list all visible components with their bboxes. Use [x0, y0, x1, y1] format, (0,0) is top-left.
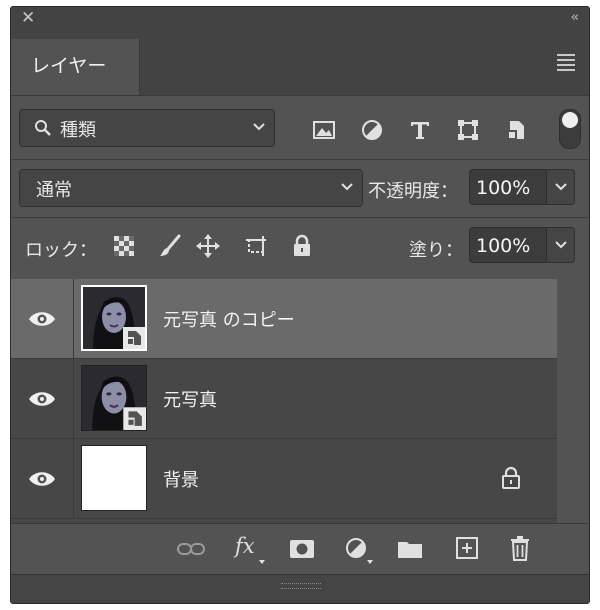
link-icon[interactable] [177, 542, 205, 556]
mask-icon[interactable] [289, 538, 315, 560]
chevron-down-icon [555, 241, 567, 249]
kind-filter-label: 種類 [60, 120, 96, 141]
shape-filter-icon[interactable] [455, 117, 481, 143]
lock-image-pixels-brush-icon[interactable] [157, 233, 183, 259]
close-icon[interactable]: ✕ [21, 8, 35, 28]
filter-toggle-switch[interactable] [559, 109, 581, 149]
layer-thumbnail[interactable] [81, 445, 147, 511]
layer-row[interactable]: 元写真 のコピー [11, 279, 557, 359]
blend-mode-select[interactable]: 通常 [19, 169, 363, 207]
toggle-knob [562, 112, 578, 128]
bottom-toolbar: fx [11, 523, 589, 574]
visibility-column [73, 279, 74, 358]
fill-label: 塗り： [409, 240, 463, 261]
layer-row[interactable]: 背景 [11, 439, 557, 519]
folder-icon[interactable] [397, 538, 423, 560]
lock-all-icon[interactable] [289, 233, 315, 259]
divider [11, 217, 589, 218]
eye-icon[interactable] [27, 469, 57, 489]
adjustment-filter-icon[interactable] [359, 117, 385, 143]
lock-position-move-icon[interactable] [195, 233, 221, 259]
resize-grip[interactable] [281, 583, 321, 589]
visibility-column [73, 439, 74, 518]
collapse-icon[interactable]: ‹‹ [571, 10, 580, 25]
dropdown-triangle-icon [259, 560, 265, 564]
layers-scrollbar[interactable] [557, 279, 589, 523]
layer-thumbnail[interactable] [81, 285, 147, 351]
fill-dropdown[interactable] [547, 227, 575, 263]
new-layer-icon[interactable] [455, 536, 479, 560]
kind-filter-select[interactable]: 種類 [19, 109, 275, 147]
search-icon [35, 120, 51, 136]
opacity-input[interactable]: 100% [469, 169, 547, 205]
panel-menu-icon[interactable] [557, 54, 575, 74]
visibility-column [73, 359, 74, 438]
eye-icon[interactable] [27, 389, 57, 409]
layer-name[interactable]: 元写真 [163, 386, 217, 412]
chevron-down-icon [555, 183, 567, 191]
chevron-down-icon [341, 183, 353, 191]
eye-icon[interactable] [27, 309, 57, 329]
opacity-dropdown[interactable] [547, 169, 575, 205]
fx-icon[interactable]: fx [235, 534, 255, 558]
layer-name[interactable]: 元写真 のコピー [163, 306, 295, 332]
panel-resize-bar[interactable] [11, 574, 589, 603]
lock-artboard-icon[interactable] [243, 233, 269, 259]
adjustment-icon[interactable] [345, 537, 369, 561]
divider [11, 159, 589, 160]
layer-name[interactable]: 背景 [163, 466, 199, 492]
layer-thumbnail[interactable] [81, 365, 147, 431]
type-filter-icon[interactable] [407, 117, 433, 143]
dropdown-triangle-icon [367, 560, 373, 564]
portrait-thumbnail [82, 366, 146, 430]
lock-label: ロック： [25, 240, 97, 261]
portrait-thumbnail [83, 287, 145, 349]
layers-panel: ✕ ‹‹ レイヤー 種類 通常 不透明度： 100% ロック： 塗り： 100%… [10, 6, 590, 604]
fill-input[interactable]: 100% [469, 227, 547, 263]
blend-mode-label: 通常 [36, 180, 72, 201]
image-filter-icon[interactable] [311, 117, 337, 143]
tab-layers[interactable]: レイヤー [11, 39, 140, 95]
layer-row[interactable]: 元写真 [11, 359, 557, 439]
panel-title-bar: ✕ ‹‹ [11, 7, 589, 31]
lock-icon[interactable] [499, 465, 523, 491]
layers-list: 元写真 のコピー 元写真 背景 [11, 279, 557, 523]
opacity-label: 不透明度： [368, 181, 458, 202]
trash-icon[interactable] [509, 535, 531, 561]
lock-transparent-pixels-icon[interactable] [111, 233, 137, 259]
smart-object-filter-icon[interactable] [503, 117, 529, 143]
tab-bar: レイヤー [11, 31, 589, 96]
chevron-down-icon [253, 123, 265, 131]
